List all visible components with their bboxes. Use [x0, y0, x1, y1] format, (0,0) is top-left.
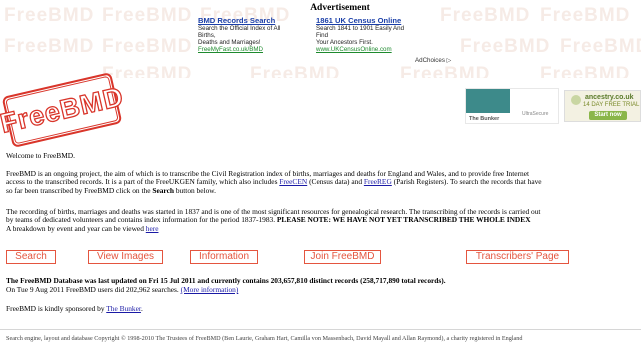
intro-text: so far been transcribed by FreeBMD click…: [6, 185, 153, 195]
watermark-text: FreeBMD: [102, 5, 193, 26]
intro-text: button below.: [173, 185, 216, 195]
transcribers-page-button[interactable]: Transcribers' Page: [466, 250, 569, 264]
ancestry-logo: ancestry.co.uk: [585, 94, 634, 101]
notice-text: PLEASE NOTE: WE HAVE NOT YET TRANSCRIBED…: [276, 215, 531, 225]
ancestry-leaf-icon: [571, 95, 581, 105]
adchoices-link[interactable]: AdChoices ▷: [415, 57, 451, 64]
freereg-link[interactable]: FreeREG: [364, 177, 392, 186]
advertisement-heading: Advertisement: [310, 3, 370, 13]
watermark-text: FreeBMD: [540, 64, 631, 78]
watermark-text: FreeBMD: [400, 64, 491, 78]
ad-text: Deaths and Marriages!: [198, 39, 261, 46]
join-freebmd-button[interactable]: Join FreeBMD: [304, 250, 381, 264]
ad-census-online[interactable]: 1861 UK Census Online Search 1841 to 190…: [316, 16, 416, 53]
watermark-text: FreeBMD: [4, 5, 95, 26]
watermark-text: FreeBMD: [460, 36, 551, 57]
watermark-text: FreeBMD: [102, 64, 193, 78]
sponsor-period: .: [140, 304, 143, 313]
watermark-text: FreeBMD: [4, 36, 95, 57]
intro-paragraph: FreeBMD is an ongoing project, the aim o…: [6, 169, 542, 195]
view-images-button[interactable]: View Images: [88, 250, 163, 264]
search-button[interactable]: Search: [6, 250, 56, 264]
ad-title-link[interactable]: BMD Records Search: [198, 16, 298, 25]
watermark-text: FreeBMD: [440, 5, 531, 26]
ad-text: Your Ancestors First.: [316, 39, 373, 46]
freecen-link[interactable]: FreeCEN: [279, 177, 307, 186]
sponsor-label: FreeBMD is kindly sponsored by: [6, 304, 107, 313]
bunker-logo-block: [466, 89, 510, 113]
intro-text: (Parish Registers). To search the record…: [391, 177, 542, 187]
ad-url-link[interactable]: FreeMyFast.co.uk/BMD: [198, 46, 298, 53]
ancestry-start-button[interactable]: Start now: [589, 111, 627, 120]
searches-text: On Tue 9 Aug 2011 FreeBMD users did 202,…: [6, 285, 239, 294]
recording-text: A breakdown by event and year can be vie…: [6, 223, 146, 233]
the-bunker-link[interactable]: The Bunker: [106, 304, 141, 313]
watermark-text: FreeBMD: [560, 36, 641, 57]
recording-paragraph: The recording of births, marriages and d…: [6, 207, 540, 233]
watermark-text: FreeBMD: [102, 36, 193, 57]
watermark-text: FreeBMD: [250, 64, 341, 78]
copyright-footer: Search engine, layout and database Copyr…: [6, 335, 523, 342]
ad-title-link[interactable]: 1861 UK Census Online: [316, 16, 416, 25]
search-emphasis: Search: [152, 185, 174, 195]
recording-line: A breakdown by event and year can be vie…: [6, 223, 540, 233]
ad-text: Search the Official Index of All Births,: [198, 25, 281, 39]
watermark-text: FreeBMD: [540, 5, 631, 26]
more-information-link[interactable]: (More information): [181, 285, 239, 294]
bunker-tagline: UltraSecure: [522, 111, 549, 117]
ad-bmd-records[interactable]: BMD Records Search Search the Official I…: [198, 16, 298, 53]
intro-text: (Census data) and: [307, 177, 364, 187]
bunker-banner[interactable]: The Bunker UltraSecure: [465, 88, 559, 124]
bunker-name: The Bunker: [469, 116, 500, 122]
ad-url-link[interactable]: www.UKCensusOnline.com: [316, 46, 416, 53]
intro-line: so far been transcribed by FreeBMD click…: [6, 185, 542, 195]
breakdown-here-link[interactable]: here: [146, 224, 159, 233]
welcome-text: Welcome to FreeBMD.: [6, 151, 75, 160]
sponsor-text: FreeBMD is kindly sponsored by The Bunke…: [6, 304, 143, 313]
ancestry-banner[interactable]: ancestry.co.uk 14 DAY FREE TRIAL Start n…: [564, 90, 641, 122]
searches-count: On Tue 9 Aug 2011 FreeBMD users did 202,…: [6, 285, 181, 294]
logo-text: FreeBMD: [0, 80, 127, 139]
ancestry-trial-text: 14 DAY FREE TRIAL: [583, 102, 640, 108]
ad-text: Search 1841 to 1901 Easily And Find: [316, 25, 405, 39]
freebmd-logo: FreeBMD: [0, 72, 127, 148]
information-button[interactable]: Information: [190, 250, 258, 264]
footer-divider: [0, 329, 641, 330]
